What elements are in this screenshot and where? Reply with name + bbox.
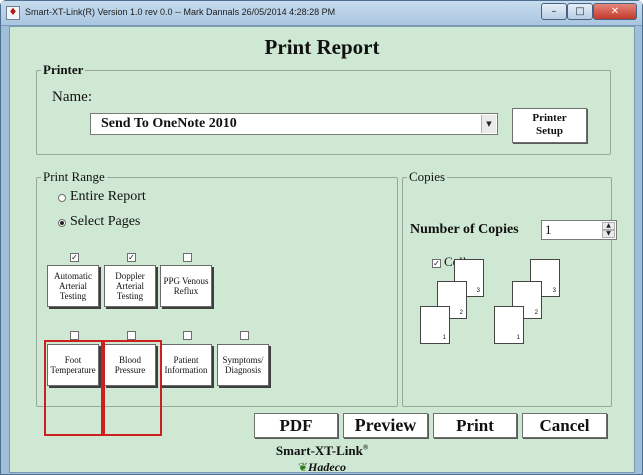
page-automatic-arterial-testing[interactable]: Automatic Arterial Testing <box>47 265 99 307</box>
page-title: Print Report <box>264 35 380 59</box>
print-range-legend: Print Range <box>43 169 105 184</box>
brand-footer: Smart-XT-Link® ❦Hadeco <box>10 443 634 475</box>
minimize-button[interactable]: – <box>541 3 567 20</box>
entire-report-radio[interactable] <box>58 194 66 202</box>
page-patient-information[interactable]: Patient Information <box>160 344 212 386</box>
number-of-copies-label: Number of Copies <box>410 222 519 237</box>
page-checkbox-automatic-arterial[interactable]: ✓ <box>70 253 79 262</box>
printer-legend: Printer <box>43 62 84 77</box>
page-checkbox-symptoms-diagnosis[interactable] <box>240 331 249 340</box>
spin-up-icon[interactable]: ▲ <box>602 222 615 230</box>
printer-select[interactable]: Send To OneNote 2010 ▼ <box>90 113 498 135</box>
app-icon[interactable]: ♦ <box>6 6 20 20</box>
select-pages-label[interactable]: Select Pages <box>70 214 140 230</box>
cancel-button[interactable]: Cancel <box>522 413 607 438</box>
close-button[interactable]: ✕ <box>593 3 637 20</box>
highlight-foot-temperature <box>44 340 103 436</box>
copies-legend: Copies <box>409 169 446 184</box>
page-checkbox-ppg-venous[interactable] <box>183 253 192 262</box>
spin-down-icon[interactable]: ▼ <box>602 230 615 238</box>
page-ppg-venous-reflux[interactable]: PPG Venous Reflux <box>160 265 212 307</box>
page-symptoms-diagnosis[interactable]: Symptoms/ Diagnosis <box>217 344 269 386</box>
title-bar[interactable]: ♦ Smart-XT-Link(R) Version 1.0 rev 0.0 -… <box>1 1 642 26</box>
page-checkbox-blood-pressure[interactable] <box>127 331 136 340</box>
printer-setup-button[interactable]: Printer Setup <box>512 108 587 143</box>
copies-value[interactable]: 1 <box>545 222 552 238</box>
collate-checkbox[interactable]: ✓ <box>432 259 441 268</box>
pdf-button[interactable]: PDF <box>254 413 338 438</box>
page-checkbox-foot-temperature[interactable] <box>70 331 79 340</box>
page-checkbox-patient-information[interactable] <box>183 331 192 340</box>
chevron-down-icon[interactable]: ▼ <box>481 115 496 133</box>
select-pages-radio[interactable] <box>58 219 66 227</box>
page-checkbox-doppler-arterial[interactable]: ✓ <box>127 253 136 262</box>
brand-company: Hadeco <box>308 460 347 474</box>
app-window: ♦ Smart-XT-Link(R) Version 1.0 rev 0.0 -… <box>0 0 643 475</box>
page-doppler-arterial-testing[interactable]: Doppler Arterial Testing <box>104 265 156 307</box>
collate-sheet: 1 <box>420 306 450 344</box>
copies-group: Copies <box>402 169 612 407</box>
printer-setup-label-line2: Setup <box>536 125 563 137</box>
printer-name-label: Name: <box>52 89 92 105</box>
copies-spinner[interactable]: 1 ▲ ▼ <box>541 220 617 240</box>
collate-sheet: 1 <box>494 306 524 344</box>
print-report-dialog: Print Report Printer Name: Send To OneNo… <box>9 26 635 475</box>
preview-button[interactable]: Preview <box>343 413 428 438</box>
brand-name: Smart-XT-Link <box>275 443 363 458</box>
radio-selected-dot <box>60 221 64 225</box>
registered-mark: ® <box>362 443 369 452</box>
maximize-button[interactable]: □ <box>567 3 593 20</box>
entire-report-label[interactable]: Entire Report <box>70 189 146 205</box>
leaf-logo-icon: ❦ <box>297 460 309 474</box>
printer-selected-value: Send To OneNote 2010 <box>101 116 237 131</box>
window-title: Smart-XT-Link(R) Version 1.0 rev 0.0 -- … <box>25 7 336 17</box>
print-button[interactable]: Print <box>433 413 517 438</box>
highlight-blood-pressure <box>103 340 162 436</box>
printer-setup-label-line1: Printer <box>532 112 567 124</box>
